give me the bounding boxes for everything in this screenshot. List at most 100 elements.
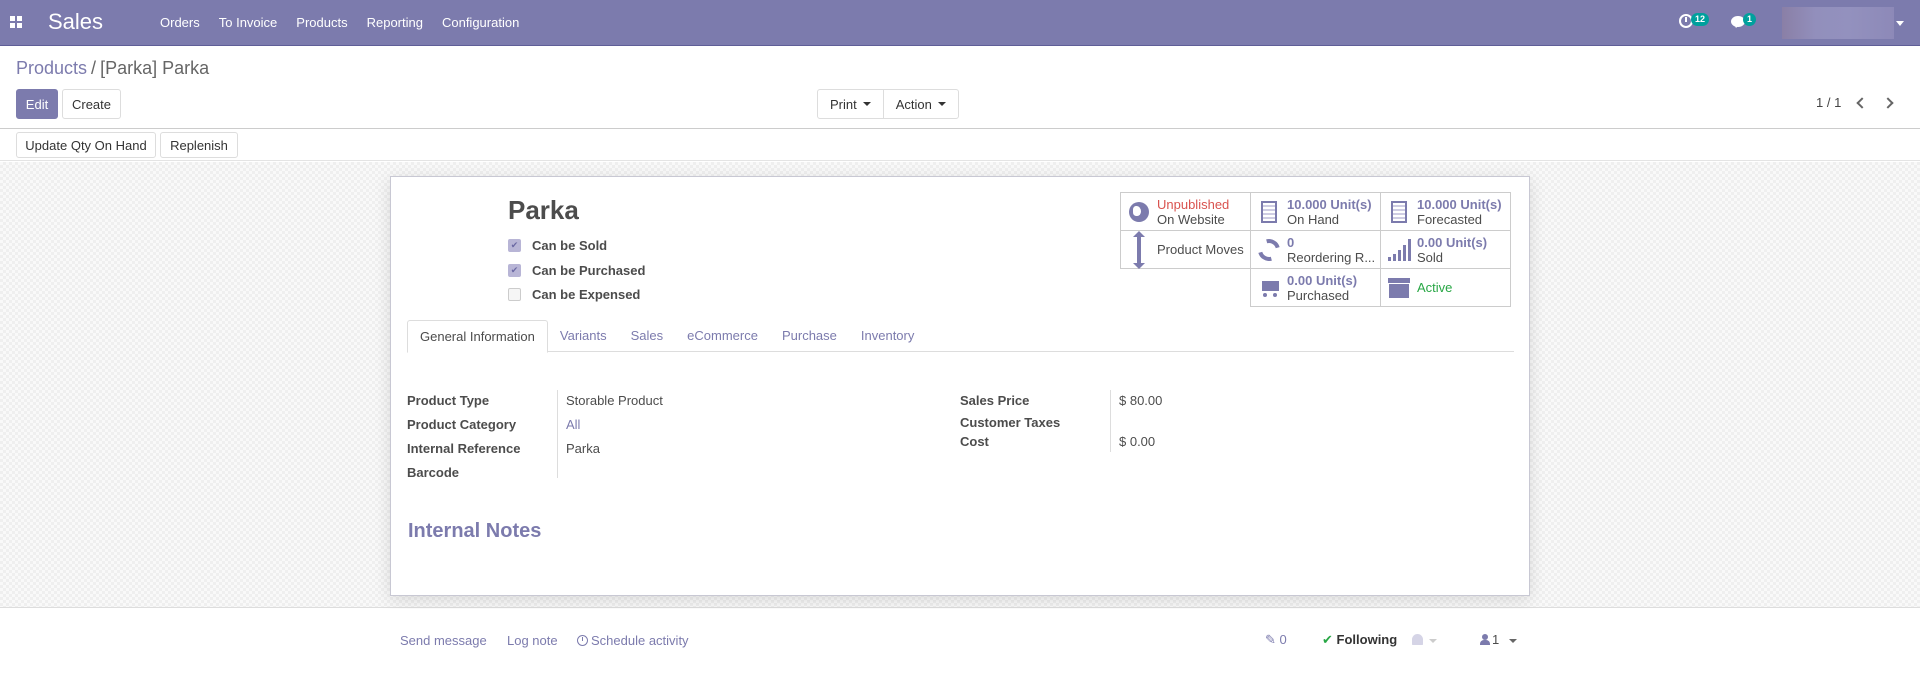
tab-ecommerce[interactable]: eCommerce — [675, 320, 770, 352]
reordering-label: Reordering R... — [1287, 249, 1376, 265]
tab-purchase[interactable]: Purchase — [770, 320, 849, 352]
bell-icon — [1412, 634, 1423, 645]
attachments-count: 0 — [1279, 632, 1287, 647]
signal-bars-icon — [1387, 238, 1411, 261]
cost-value: $ 0.00 — [1119, 434, 1156, 449]
attachments-button[interactable]: ✎ 0 — [1265, 632, 1287, 648]
user-icon — [1480, 634, 1490, 645]
followers-button[interactable]: 1 — [1480, 632, 1518, 647]
app-name[interactable]: Sales — [48, 9, 103, 35]
cart-icon — [1258, 280, 1280, 297]
menu-configuration[interactable]: Configuration — [442, 15, 519, 30]
menu-products[interactable]: Products — [296, 15, 347, 30]
breadcrumb: Products / [Parka] Parka — [16, 58, 209, 79]
building-icon — [1391, 200, 1407, 223]
product-name: Parka — [508, 195, 579, 225]
internal-reference-label: Internal Reference — [407, 441, 521, 456]
forecasted-unit: Unit(s) — [1460, 196, 1502, 212]
menu-to-invoice[interactable]: To Invoice — [219, 15, 278, 30]
update-qty-button[interactable]: Update Qty On Hand — [16, 132, 156, 158]
left-group-divider — [557, 390, 558, 478]
activity-count-badge: 12 — [1691, 13, 1710, 26]
log-note-button[interactable]: Log note — [507, 633, 558, 648]
replenish-button[interactable]: Replenish — [160, 132, 238, 158]
menu-reporting[interactable]: Reporting — [367, 15, 423, 30]
product-moves-smart-button[interactable]: Product Moves — [1120, 230, 1251, 269]
forecasted-label: Forecasted — [1417, 211, 1483, 227]
cost-label: Cost — [960, 434, 989, 449]
message-count-badge: 1 — [1743, 13, 1757, 26]
on-hand-unit: Unit(s) — [1330, 196, 1372, 212]
can-be-purchased-checkbox[interactable]: ✔ — [508, 264, 521, 277]
purchased-label: Purchased — [1287, 287, 1350, 303]
active-label: Active — [1417, 280, 1453, 295]
building-icon — [1261, 200, 1277, 223]
followers-count: 1 — [1492, 632, 1500, 647]
form-sheet: Parka ✔ Can be Sold ✔ Can be Purchased C… — [390, 176, 1530, 596]
tab-sales[interactable]: Sales — [619, 320, 676, 352]
sold-value: 0.00 — [1417, 234, 1443, 250]
breadcrumb-separator: / — [91, 58, 97, 78]
follow-button[interactable]: ✔ Following — [1322, 632, 1397, 648]
arrows-vertical-icon — [1133, 230, 1145, 269]
forecasted-smart-button[interactable]: 10.000 Unit(s) Forecasted — [1380, 192, 1511, 231]
tab-inventory[interactable]: Inventory — [849, 320, 926, 352]
send-message-button[interactable]: Send message — [400, 633, 487, 648]
can-be-expensed-checkbox[interactable] — [508, 288, 521, 301]
purchased-smart-button[interactable]: 0.00 Unit(s) Purchased — [1250, 268, 1381, 307]
can-be-purchased-label: Can be Purchased — [532, 263, 646, 278]
sales-price-label: Sales Price — [960, 393, 1030, 408]
caret-down-icon — [862, 102, 871, 106]
form-statusbar: Update Qty On Hand Replenish — [0, 130, 1920, 161]
chatter: Send message Log note Schedule activity … — [0, 609, 1920, 677]
website-label: On Website — [1157, 211, 1225, 227]
action-dropdown[interactable]: Action — [882, 90, 958, 118]
user-menu-caret-icon[interactable] — [1896, 21, 1904, 30]
create-button[interactable]: Create — [62, 89, 121, 119]
product-category-link[interactable]: All — [566, 417, 580, 432]
reordering-smart-button[interactable]: 0 Reordering R... — [1250, 230, 1381, 269]
barcode-label: Barcode — [407, 465, 460, 480]
tab-variants[interactable]: Variants — [548, 320, 619, 352]
customer-taxes-label: Customer Taxes — [960, 415, 1061, 430]
menu-orders[interactable]: Orders — [160, 15, 200, 30]
on-hand-smart-button[interactable]: 10.000 Unit(s) On Hand — [1250, 192, 1381, 231]
clock-icon — [577, 635, 588, 646]
on-hand-value: 10.000 — [1287, 196, 1327, 212]
internal-notes-heading: Internal Notes — [408, 520, 542, 542]
product-type-label: Product Type — [407, 393, 490, 408]
caret-down-icon — [937, 102, 946, 106]
notification-settings[interactable] — [1404, 632, 1437, 647]
website-status: Unpublished — [1157, 196, 1230, 212]
product-category-label: Product Category — [407, 417, 517, 432]
top-navbar: Sales Orders To Invoice Products Reporti… — [0, 0, 1920, 46]
breadcrumb-current: [Parka] Parka — [100, 58, 210, 78]
print-dropdown[interactable]: Print — [818, 90, 883, 118]
purchased-unit: Unit(s) — [1315, 272, 1358, 288]
schedule-activity-label: Schedule activity — [591, 633, 689, 648]
tab-general-information[interactable]: General Information — [407, 320, 548, 353]
can-be-sold-checkbox[interactable]: ✔ — [508, 239, 521, 252]
breadcrumb-parent[interactable]: Products — [16, 58, 87, 78]
pager-previous-icon[interactable] — [1855, 96, 1865, 110]
following-label: Following — [1336, 632, 1398, 647]
pager-next-icon[interactable] — [1884, 96, 1894, 110]
can-be-sold-row: ✔ Can be Sold — [508, 238, 607, 253]
globe-icon — [1129, 201, 1149, 222]
reordering-value: 0 — [1287, 234, 1295, 250]
print-label: Print — [830, 96, 857, 112]
schedule-activity-button[interactable]: Schedule activity — [577, 633, 689, 648]
main-menu: Orders To Invoice Products Reporting Con… — [160, 15, 538, 30]
active-smart-button[interactable]: Active — [1380, 268, 1511, 307]
print-action-group: Print Action — [817, 89, 959, 119]
sales-price-value: $ 80.00 — [1119, 393, 1163, 408]
apps-menu-icon[interactable] — [10, 16, 22, 28]
control-panel: Products / [Parka] Parka Edit Create Print… — [0, 46, 1920, 129]
caret-down-icon — [1429, 638, 1437, 643]
pager-value[interactable]: 1 / 1 — [1816, 95, 1841, 110]
user-menu[interactable] — [1782, 7, 1894, 39]
edit-button[interactable]: Edit — [16, 89, 58, 119]
website-smart-button[interactable]: Unpublished On Website — [1120, 192, 1251, 231]
sold-smart-button[interactable]: 0.00 Unit(s) Sold — [1380, 230, 1511, 269]
product-moves-label: Product Moves — [1157, 242, 1244, 257]
